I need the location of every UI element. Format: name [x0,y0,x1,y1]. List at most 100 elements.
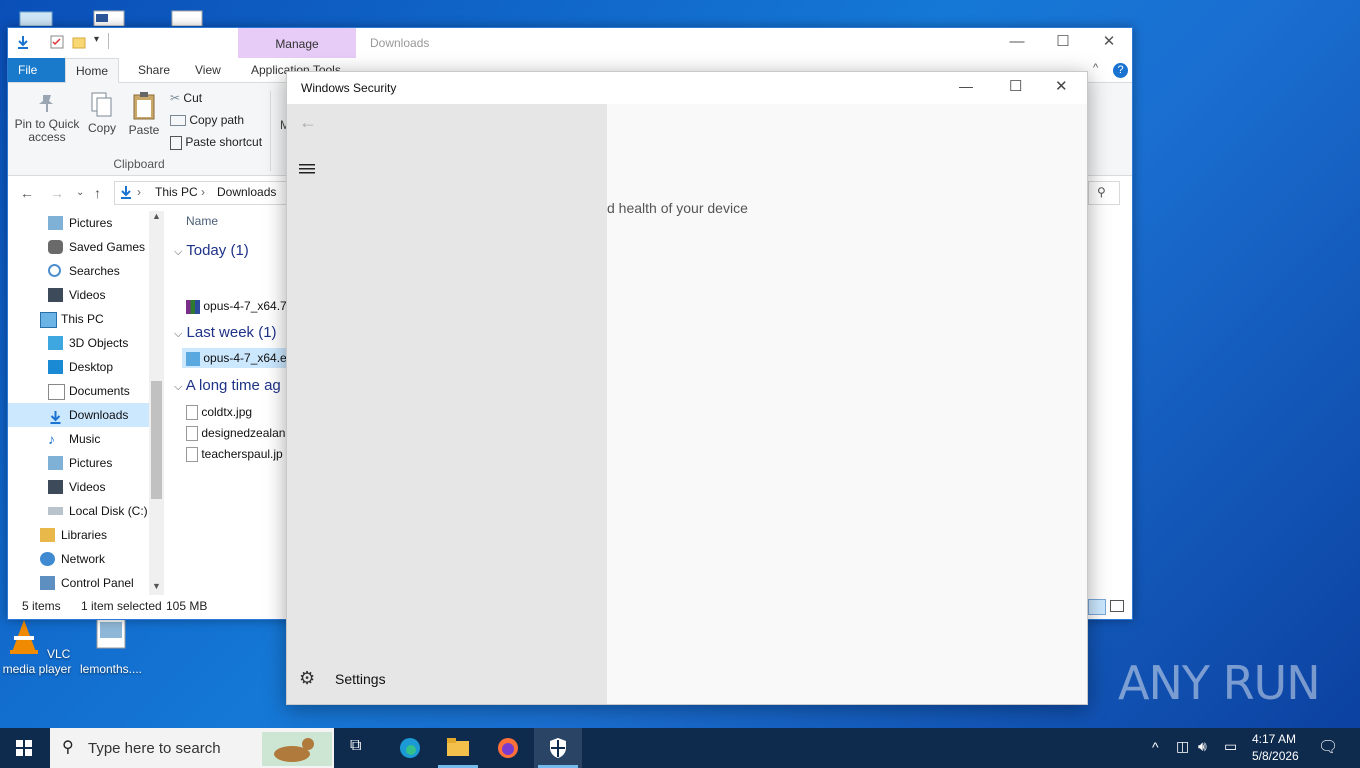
paste-button[interactable]: Paste [126,91,162,137]
tree-item-searches[interactable]: Searches [48,259,120,283]
pin-to-quick-access-button[interactable]: Pin to Quick access [14,91,80,144]
file-item-teacherspaul[interactable]: teacherspaul.jp [186,444,283,464]
tree-item-music[interactable]: ♪ Music [48,427,100,451]
file-item-today[interactable]: opus-4-7_x64.7 [186,296,287,316]
search-icon: ⚲ [1097,185,1106,199]
desktop-icon-doc2[interactable] [170,8,206,27]
tree-item-pictures-2[interactable]: Pictures [48,451,112,475]
network-icon[interactable]: ▭ [1224,738,1237,755]
group-header-today[interactable]: ⌵ Today (1) [174,242,249,259]
clock-time[interactable]: 4:17 AM [1252,732,1296,746]
tree-item-local-disk[interactable]: Local Disk (C:) [48,499,148,523]
tree-item-desktop[interactable]: Desktop [48,355,113,379]
tree-item-network[interactable]: Network [40,547,105,571]
ribbon-collapse-icon[interactable]: ^ [1093,62,1098,74]
group-header-last-week[interactable]: ⌵ Last week (1) [174,324,277,341]
copy-path-button[interactable]: Copy path [170,113,244,127]
file-item-coldtx[interactable]: coldtx.jpg [186,402,252,422]
navigation-scrollbar[interactable]: ▲ ▼ [149,211,164,595]
back-arrow-icon[interactable]: ← [20,185,34,201]
start-button[interactable] [0,728,48,768]
tab-manage[interactable]: Manage [238,28,356,58]
library-icon [40,528,55,542]
scrollbar-thumb[interactable] [151,381,162,499]
control-panel-icon [40,576,55,590]
details-view-icon[interactable] [1088,599,1106,615]
tree-item-label: Downloads [69,408,129,422]
volume-icon[interactable]: 🔊︎ [1198,738,1207,755]
tab-share[interactable]: Share [128,58,180,82]
download-icon [121,186,131,199]
cube-icon [48,336,63,350]
tree-item-label: 3D Objects [69,336,129,350]
tree-item-downloads[interactable]: Downloads [8,403,149,427]
maximize-button[interactable]: ☐ [1040,28,1086,58]
minimize-button[interactable]: — [959,78,973,94]
minimize-button[interactable]: — [994,28,1040,58]
quick-access-dropdown-icon[interactable]: ▾ [94,34,99,45]
tree-item-documents[interactable]: Documents [48,379,130,403]
properties-icon[interactable] [50,35,64,49]
desktop-icon-doc1[interactable] [92,8,128,27]
chevron-down-icon: ⌵ [174,246,183,258]
search-box[interactable]: ⚲ [1088,181,1120,205]
desktop-icon-recycle-bin[interactable] [18,8,56,27]
tree-item-saved-games[interactable]: Saved Games [48,235,145,259]
status-size: 105 MB [166,599,208,613]
clock-date[interactable]: 5/8/2026 [1252,749,1299,763]
desktop-icon-vlc[interactable]: VLC media player [2,616,72,677]
close-button[interactable]: ✕ [1055,77,1068,95]
settings-nav-item[interactable]: ⚙ Settings [287,664,607,694]
tab-home[interactable]: Home [65,58,120,83]
help-icon[interactable]: ? [1113,63,1128,78]
recent-locations-icon[interactable]: ⌄ [76,187,84,198]
camera-icon[interactable]: ◫ [1176,738,1189,755]
copy-label: Copy [87,121,116,135]
desktop-icon-lemonths[interactable]: lemonths.... [76,616,146,677]
watermark: ANY RUN [1118,656,1321,710]
edge-taskbar-button[interactable] [386,728,434,768]
tray-overflow-chevron-icon[interactable]: ^ [1152,739,1159,755]
tree-item-videos[interactable]: Videos [48,283,105,307]
security-titlebar[interactable]: Windows Security — ☐ ✕ [287,72,1087,104]
back-arrow-icon[interactable]: ← [299,112,317,133]
hamburger-menu-icon[interactable] [299,162,317,176]
large-icons-view-icon[interactable] [1110,600,1124,612]
firefox-taskbar-button[interactable] [484,728,532,768]
maximize-button[interactable]: ☐ [1009,77,1022,95]
task-view-button[interactable]: ⧉ [336,728,384,768]
paste-shortcut-button[interactable]: Paste shortcut [170,135,262,150]
notifications-icon[interactable]: 🗨︎ [1318,737,1338,757]
windows-security-window[interactable]: Windows Security — ☐ ✕ ← ⚙ Settings d he… [286,71,1088,705]
close-button[interactable]: ✕ [1086,28,1132,58]
tree-item-pictures[interactable]: Pictures [48,211,112,235]
scroll-down-icon[interactable]: ▼ [152,581,161,591]
separator [108,33,109,49]
column-header-name[interactable]: Name [186,214,218,228]
ribbon-separator [270,91,271,171]
cut-button[interactable]: ✂ Cut [170,91,202,105]
tab-file[interactable]: File [8,58,65,82]
new-folder-icon[interactable] [72,35,86,49]
breadcrumb-this-pc[interactable]: This PC [155,185,198,199]
tab-view[interactable]: View [185,58,231,82]
breadcrumb-downloads[interactable]: Downloads [217,185,276,199]
tree-item-videos-2[interactable]: Videos [48,475,105,499]
taskbar-search-box[interactable]: ⚲ Type here to search [50,728,334,768]
up-arrow-icon[interactable]: ↑ [94,185,101,201]
tree-item-control-panel[interactable]: Control Panel [40,571,134,591]
tree-item-3d-objects[interactable]: 3D Objects [48,331,128,355]
address-bar[interactable]: › This PC › Downloads [114,181,294,205]
copy-button[interactable]: Copy [84,91,120,135]
scroll-up-icon[interactable]: ▲ [152,211,161,221]
tree-item-this-pc[interactable]: This PC [40,307,104,331]
chevron-down-icon: ⌵ [174,381,183,393]
file-item-designedzealan[interactable]: designedzealan [186,423,285,443]
forward-arrow-icon[interactable]: → [50,185,64,201]
tree-item-libraries[interactable]: Libraries [40,523,107,547]
windows-security-taskbar-button[interactable] [534,728,582,768]
group-header-long-ago[interactable]: ⌵ A long time ag [174,377,281,394]
explorer-titlebar[interactable]: ▾ Manage Downloads — ☐ ✕ [8,28,1132,58]
file-item-last-week-selected[interactable]: opus-4-7_x64.e [182,348,288,368]
file-explorer-taskbar-button[interactable] [434,728,482,768]
